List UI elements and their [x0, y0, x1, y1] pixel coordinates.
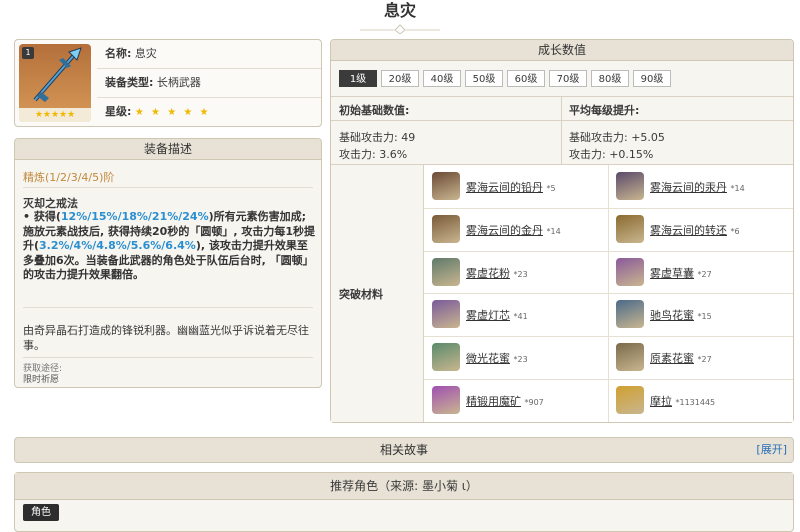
material-name[interactable]: 驰鸟花蜜	[650, 309, 694, 322]
material-icon	[432, 300, 460, 328]
role-tag[interactable]: 角色	[23, 504, 59, 521]
description-header: 装备描述	[15, 139, 321, 160]
icon-stars: ★★★★★	[19, 108, 91, 122]
material-name[interactable]: 雾虚花粉	[466, 267, 510, 280]
level-button[interactable]: 50级	[465, 70, 503, 87]
name-row: 名称: 息灾	[97, 40, 321, 69]
material-count: *5	[546, 184, 556, 193]
skill-description: • 获得(12%/15%/18%/21%/24%)所有元素伤害加成; 施放元素战…	[23, 210, 315, 281]
materials-label: 突破材料	[339, 288, 383, 301]
recommend-panel: 推荐角色（来源: 墨小菊 ι） 角色	[14, 472, 794, 532]
weapon-info-table: 名称: 息灾 装备类型: 长柄武器 星级: ★ ★ ★ ★ ★	[97, 40, 321, 126]
story-header: 相关故事	[379, 443, 428, 457]
material-icon	[432, 343, 460, 371]
level-button[interactable]: 90级	[633, 70, 671, 87]
material-count: *41	[513, 312, 528, 321]
story-expand-link[interactable]: [展开]	[756, 438, 787, 462]
description-panel: 装备描述 精炼(1/2/3/4/5)阶 灭却之戒法 • 获得(12%/15%/1…	[14, 138, 322, 388]
source-value: 限时祈愿	[23, 375, 60, 385]
weapon-name: 息灾	[134, 47, 157, 60]
level-button[interactable]: 60级	[507, 70, 545, 87]
material-name[interactable]: 摩拉	[650, 395, 672, 408]
material-count: *23	[513, 355, 528, 364]
material-icon	[616, 386, 644, 414]
material-name[interactable]: 雾海云间的金丹	[466, 224, 543, 237]
material-name[interactable]: 雾海云间的铅丹	[466, 181, 543, 194]
material-count: *27	[697, 270, 712, 279]
material-name[interactable]: 微光花蜜	[466, 352, 510, 365]
material-count: *23	[513, 270, 528, 279]
material-count: *6	[730, 227, 740, 236]
material-count: *1131445	[675, 398, 716, 407]
material-icon	[616, 300, 644, 328]
material-icon	[432, 386, 460, 414]
avg-attack: 基础攻击力: +5.05	[569, 131, 665, 144]
skill-name: 灭却之戒法	[23, 197, 78, 210]
material-count: *14	[546, 227, 561, 236]
skill-values-2: 3.2%/4%/4.8%/5.6%/6.4%	[39, 239, 196, 252]
stars-label: 星级:	[105, 105, 132, 118]
material-icon	[616, 258, 644, 286]
weapon-info-panel: 1 ★★★★★ 名称: 息灾 装备类型: 长柄武器 星级: ★ ★ ★ ★ ★	[14, 39, 322, 127]
material-icon	[432, 258, 460, 286]
growth-panel: 成长数值 1级 20级 40级 50级 60级 70级 80级 90级 初始基础数值: 平均每…	[330, 39, 794, 423]
material-name[interactable]: 精锻用魔矿	[466, 395, 521, 408]
material-name[interactable]: 雾虚草囊	[650, 267, 694, 280]
base-attack: 基础攻击力: 49	[339, 131, 416, 144]
weapon-type: 长柄武器	[156, 76, 201, 89]
material-icon	[432, 172, 460, 200]
level-button[interactable]: 20级	[381, 70, 419, 87]
refinement-label: 精炼(1/2/3/4/5)阶	[23, 171, 115, 184]
story-panel: 相关故事 [展开]	[14, 437, 794, 463]
material-count: *14	[730, 184, 745, 193]
flavor-text: 由奇异晶石打造成的锋锐利器。幽幽蓝光似乎诉说着无尽往事。	[23, 324, 309, 352]
materials-section: 突破材料	[331, 165, 424, 422]
name-label: 名称:	[105, 47, 132, 60]
material-icon	[616, 172, 644, 200]
material-name[interactable]: 雾海云间的转还	[650, 224, 727, 237]
material-name[interactable]: 雾海云间的汞丹	[650, 181, 727, 194]
material-count: *907	[524, 398, 544, 407]
material-name[interactable]: 雾虚灯芯	[466, 309, 510, 322]
materials-grid: 雾海云间的铅丹 *5 雾海云间的汞丹 *14 雾海云间的金丹 *14 雾海云间的转还 …	[424, 165, 793, 422]
material-name[interactable]: 原素花蜜	[650, 352, 694, 365]
recommend-header: 推荐角色（来源: 墨小菊 ι）	[15, 473, 793, 500]
level-button[interactable]: 1级	[339, 70, 377, 87]
material-count: *27	[697, 355, 712, 364]
level-button[interactable]: 80级	[591, 70, 629, 87]
base-substat: 攻击力: 3.6%	[339, 148, 408, 161]
level-button[interactable]: 40级	[423, 70, 461, 87]
stars-row: 星级: ★ ★ ★ ★ ★	[97, 98, 321, 126]
title-ornament	[360, 24, 440, 34]
growth-header: 成长数值	[331, 40, 793, 61]
weapon-icon: 1 ★★★★★	[19, 44, 91, 122]
star-rating: ★ ★ ★ ★ ★	[134, 107, 211, 118]
skill-values-1: 12%/15%/18%/21%/24%	[60, 210, 209, 223]
material-icon	[616, 343, 644, 371]
material-count: *15	[697, 312, 712, 321]
type-row: 装备类型: 长柄武器	[97, 69, 321, 98]
level-button[interactable]: 70级	[549, 70, 587, 87]
avg-stats-header: 平均每级提升:	[569, 104, 640, 117]
material-icon	[616, 215, 644, 243]
type-label: 装备类型:	[105, 76, 154, 89]
material-icon	[432, 215, 460, 243]
polearm-icon	[33, 47, 82, 102]
avg-substat: 攻击力: +0.15%	[569, 148, 654, 161]
base-stats-header: 初始基础数值:	[339, 104, 410, 117]
